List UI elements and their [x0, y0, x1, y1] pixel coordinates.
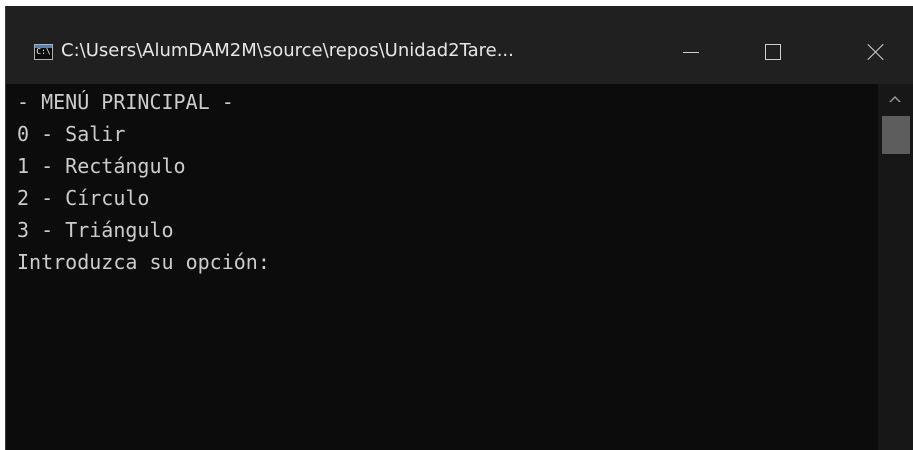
menu-option-exit: 0 - Salir	[17, 122, 126, 146]
menu-option-rectangle: 1 - Rectángulo	[17, 154, 186, 178]
window-title: C:\Users\AlumDAM2M\source\repos\Unidad2T…	[61, 40, 514, 61]
chevron-up-icon[interactable]	[889, 96, 901, 102]
close-button[interactable]	[853, 35, 899, 69]
input-prompt[interactable]: Introduzca su opción:	[17, 246, 877, 278]
maximize-icon	[765, 44, 781, 60]
title-bar[interactable]: C:\ C:\Users\AlumDAM2M\source\repos\Unid…	[6, 6, 913, 84]
console-output[interactable]: - MENÚ PRINCIPAL - 0 - Salir 1 - Rectáng…	[17, 86, 877, 450]
menu-option-circle: 2 - Círculo	[17, 186, 150, 210]
vertical-scrollbar[interactable]	[878, 84, 913, 450]
scrollbar-thumb[interactable]	[882, 116, 910, 154]
minimize-button[interactable]	[668, 35, 714, 69]
menu-heading: - MENÚ PRINCIPAL -	[17, 90, 234, 114]
console-window: C:\ C:\Users\AlumDAM2M\source\repos\Unid…	[5, 6, 913, 450]
minimize-icon	[683, 52, 699, 53]
menu-option-triangle: 3 - Triángulo	[17, 218, 174, 242]
console-app-icon[interactable]: C:\	[34, 44, 53, 60]
close-icon	[867, 43, 885, 61]
maximize-button[interactable]	[750, 35, 796, 69]
